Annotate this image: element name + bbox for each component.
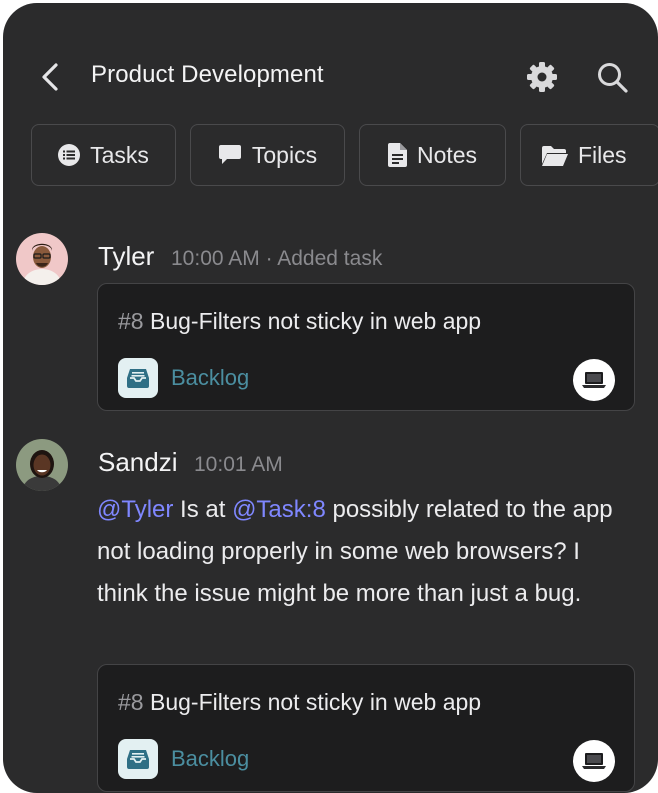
list-icon xyxy=(58,144,81,166)
folder-icon xyxy=(542,145,568,166)
task-name: Bug-Filters not sticky in web app xyxy=(149,689,482,715)
assignee-avatar[interactable] xyxy=(573,359,615,401)
tab-tasks[interactable]: Tasks xyxy=(31,124,176,186)
header: Product Development xyxy=(3,3,658,113)
tab-label: Notes xyxy=(416,141,478,168)
page-title: Product Development xyxy=(91,61,324,88)
tab-files[interactable]: Files xyxy=(520,124,658,186)
avatar[interactable] xyxy=(16,439,68,491)
laptop-icon xyxy=(582,372,606,388)
laptop-icon xyxy=(582,753,606,769)
message-meta: 10:00 AM · Added task xyxy=(171,247,382,271)
search-button[interactable] xyxy=(595,60,629,94)
task-status: Backlog xyxy=(171,746,250,771)
chat-bubble-icon xyxy=(218,145,241,164)
action-text: · Added task xyxy=(265,247,383,270)
gear-icon xyxy=(527,62,557,92)
timestamp: 10:00 AM xyxy=(171,247,260,270)
task-name: Bug-Filters not sticky in web app xyxy=(149,308,482,334)
document-icon xyxy=(387,143,407,167)
task-card[interactable]: #8 Bug-Filters not sticky in web app Bac… xyxy=(97,283,635,411)
task-title: #8 Bug-Filters not sticky in web app xyxy=(118,689,481,716)
author-name: Sandzi xyxy=(98,447,178,477)
tab-notes[interactable]: Notes xyxy=(359,124,506,186)
task-mention[interactable]: @Task:8 xyxy=(232,496,326,523)
task-title: #8 Bug-Filters not sticky in web app xyxy=(118,308,481,335)
avatar[interactable] xyxy=(16,233,68,285)
search-icon xyxy=(598,63,628,93)
inbox-icon xyxy=(118,739,158,779)
chevron-left-icon xyxy=(42,63,58,91)
inbox-icon xyxy=(118,358,158,398)
task-card[interactable]: #8 Bug-Filters not sticky in web app Bac… xyxy=(97,664,635,792)
tab-label: Tasks xyxy=(90,141,149,168)
user-mention[interactable]: @Tyler xyxy=(97,496,173,523)
settings-button[interactable] xyxy=(525,60,559,94)
assignee-avatar[interactable] xyxy=(573,740,615,782)
tab-label: Topics xyxy=(251,141,318,168)
tab-topics[interactable]: Topics xyxy=(190,124,345,186)
message-text: @Tyler Is at @Task:8 possibly related to… xyxy=(97,496,613,607)
chat-screen: Product Development Tasks Topics Notes F… xyxy=(3,3,658,793)
timestamp: 10:01 AM xyxy=(194,453,283,476)
task-number: #8 xyxy=(118,308,144,334)
task-number: #8 xyxy=(118,689,144,715)
author-name: Tyler xyxy=(98,241,155,271)
tab-label: Files xyxy=(578,141,627,168)
task-status: Backlog xyxy=(171,365,250,390)
back-button[interactable] xyxy=(37,59,67,95)
